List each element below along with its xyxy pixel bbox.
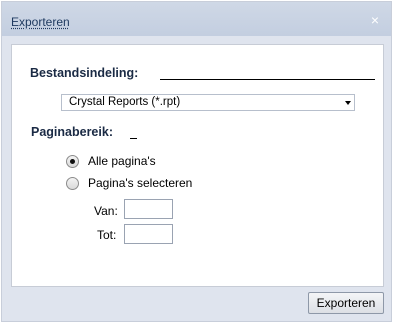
from-page-input[interactable]	[124, 199, 173, 219]
radio-selected-dot	[70, 159, 75, 164]
export-dialog: Exporteren × Bestandsindeling: Crystal R…	[1, 1, 392, 322]
close-icon[interactable]: ×	[368, 13, 382, 27]
dialog-title: Exporteren	[11, 15, 70, 29]
chevron-down-icon[interactable]	[344, 99, 352, 107]
page-range-divider	[130, 138, 137, 139]
to-label: Tot:	[97, 228, 117, 242]
radio-select-pages-label[interactable]: Pagina's selecteren	[88, 176, 192, 190]
format-divider	[160, 79, 375, 80]
format-select-value: Crystal Reports (*.rpt)	[69, 96, 181, 108]
to-page-input[interactable]	[124, 224, 173, 244]
radio-all-pages-label[interactable]: Alle pagina's	[88, 154, 156, 168]
export-button[interactable]: Exporteren	[308, 292, 384, 314]
page-range-label: Paginabereik:	[31, 125, 113, 139]
dialog-content-panel: Bestandsindeling: Crystal Reports (*.rpt…	[11, 44, 384, 287]
from-label: Van:	[94, 204, 118, 218]
format-label: Bestandsindeling:	[30, 66, 139, 80]
format-select[interactable]: Crystal Reports (*.rpt)	[61, 94, 355, 111]
radio-button-select-pages[interactable]	[66, 177, 79, 190]
dialog-titlebar[interactable]: Exporteren ×	[2, 2, 391, 36]
radio-button-all-pages[interactable]	[66, 155, 79, 168]
